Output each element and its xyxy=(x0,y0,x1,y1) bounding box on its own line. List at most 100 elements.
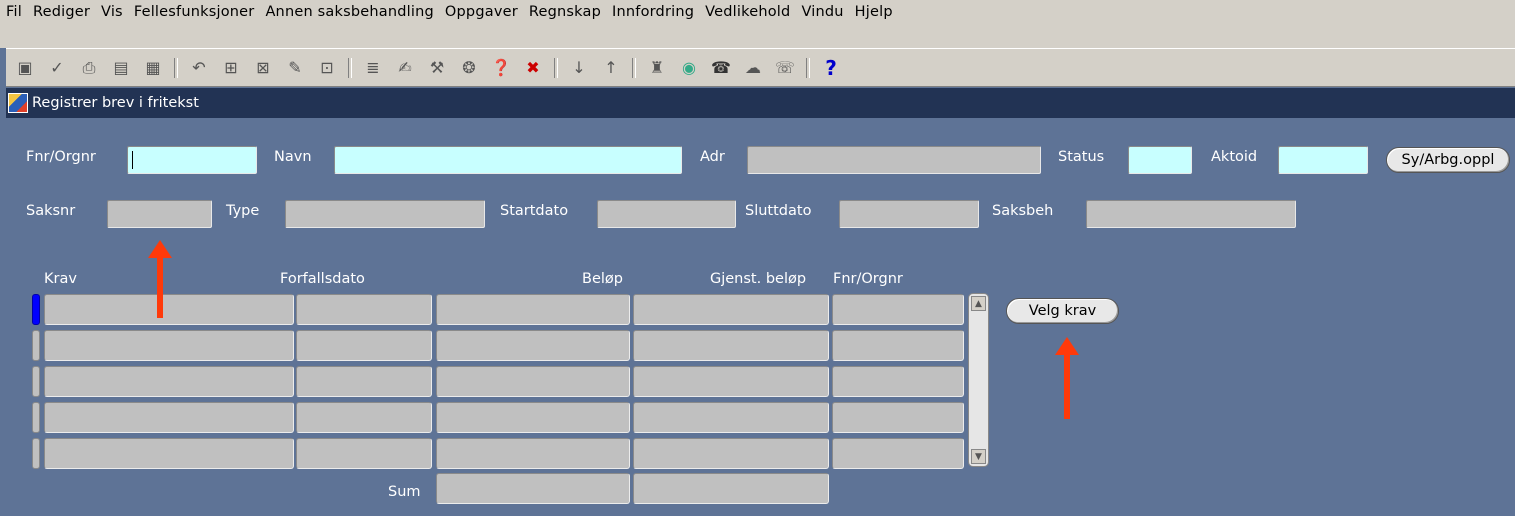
insert-record-icon[interactable]: ⊞ xyxy=(220,57,242,79)
table-cell[interactable] xyxy=(436,366,630,397)
help-icon[interactable]: ❓ xyxy=(490,57,512,79)
aktoid-input[interactable] xyxy=(1278,146,1368,174)
tools-icon[interactable]: ⚒ xyxy=(426,57,448,79)
type-input[interactable] xyxy=(285,200,485,228)
table-cell[interactable] xyxy=(832,330,964,361)
query-icon[interactable]: ⊡ xyxy=(316,57,338,79)
speech-icon[interactable]: ☁ xyxy=(742,57,764,79)
sluttdato-label: Sluttdato xyxy=(745,203,812,219)
table-scrollbar[interactable]: ▲ ▼ xyxy=(968,293,989,467)
table-cell[interactable] xyxy=(296,402,432,433)
table-cell[interactable] xyxy=(44,294,294,325)
scroll-down-icon[interactable]: ▼ xyxy=(971,449,986,464)
window-title-bar: Registrer brev i fritekst xyxy=(6,88,1515,118)
table-cell[interactable] xyxy=(436,294,630,325)
startdato-label: Startdato xyxy=(500,203,569,219)
table-cell[interactable] xyxy=(296,366,432,397)
up-arrow-icon[interactable]: ↑ xyxy=(600,57,622,79)
table-cell[interactable] xyxy=(633,366,829,397)
menu-annen-saksbehandling[interactable]: Annen saksbehandling xyxy=(265,4,433,20)
down-arrow-icon[interactable]: ↓ xyxy=(568,57,590,79)
row-indicator[interactable] xyxy=(32,402,40,433)
document-icon[interactable]: ▦ xyxy=(142,57,164,79)
row-indicator[interactable] xyxy=(32,438,40,469)
toolbar-separator xyxy=(806,57,810,78)
table-cell[interactable] xyxy=(633,330,829,361)
fnr-label: Fnr/Orgnr xyxy=(26,149,96,165)
menu-rediger[interactable]: Rediger xyxy=(33,4,90,20)
startdato-input[interactable] xyxy=(597,200,736,228)
adr-input[interactable] xyxy=(747,146,1041,174)
menu-innfordring[interactable]: Innfordring xyxy=(612,4,694,20)
row-indicator[interactable] xyxy=(32,366,40,397)
header-forfallsdato: Forfallsdato xyxy=(280,271,365,287)
phone-icon[interactable]: ☎ xyxy=(710,57,732,79)
scroll-up-icon[interactable]: ▲ xyxy=(971,296,986,311)
table-cell[interactable] xyxy=(296,438,432,469)
delete-record-icon[interactable]: ⊠ xyxy=(252,57,274,79)
table-cell[interactable] xyxy=(44,366,294,397)
undo-icon[interactable]: ↶ xyxy=(188,57,210,79)
toolbar-separator xyxy=(632,57,636,78)
table-cell[interactable] xyxy=(832,438,964,469)
menu-hjelp[interactable]: Hjelp xyxy=(855,4,893,20)
sum-belop-field xyxy=(436,473,630,504)
row-indicator[interactable] xyxy=(32,330,40,361)
table-cell[interactable] xyxy=(296,330,432,361)
navn-input[interactable] xyxy=(334,146,682,174)
table-cell[interactable] xyxy=(436,402,630,433)
annotation-arrow xyxy=(1055,337,1079,419)
fax-icon[interactable]: ☏ xyxy=(774,57,796,79)
velg-krav-button[interactable]: Velg krav xyxy=(1006,298,1119,324)
table-cell[interactable] xyxy=(296,294,432,325)
form-icon xyxy=(8,93,28,113)
question-icon[interactable]: ? xyxy=(820,56,842,80)
clear-icon[interactable]: ✎ xyxy=(284,57,306,79)
table-cell[interactable] xyxy=(436,438,630,469)
menu-fil[interactable]: Fil xyxy=(6,4,22,20)
table-cell[interactable] xyxy=(44,438,294,469)
save-icon[interactable]: ▣ xyxy=(14,57,36,79)
table-cell[interactable] xyxy=(44,402,294,433)
help-search-icon[interactable]: ❂ xyxy=(458,57,480,79)
saksbeh-label: Saksbeh xyxy=(992,203,1054,219)
hierarchy-icon[interactable]: ♜ xyxy=(646,57,668,79)
status-input[interactable] xyxy=(1128,146,1192,174)
menu-vis[interactable]: Vis xyxy=(101,4,123,20)
table-cell[interactable] xyxy=(633,438,829,469)
menu-oppgaver[interactable]: Oppgaver xyxy=(445,4,518,20)
menu-vindu[interactable]: Vindu xyxy=(801,4,843,20)
globe-icon[interactable]: ◉ xyxy=(678,57,700,79)
table-cell[interactable] xyxy=(633,294,829,325)
checkmark-icon[interactable]: ✓ xyxy=(46,57,68,79)
table-cell[interactable] xyxy=(832,294,964,325)
table-cell[interactable] xyxy=(633,402,829,433)
edit-icon[interactable]: ✍ xyxy=(394,57,416,79)
list-icon[interactable]: ≣ xyxy=(362,57,384,79)
cancel-icon[interactable]: ✖ xyxy=(522,57,544,79)
fnr-input[interactable] xyxy=(127,146,257,174)
table-cell[interactable] xyxy=(832,402,964,433)
row-indicator[interactable] xyxy=(32,294,40,325)
adr-label: Adr xyxy=(700,149,725,165)
menu-regnskap[interactable]: Regnskap xyxy=(529,4,601,20)
saksbeh-input[interactable] xyxy=(1086,200,1296,228)
toolbar-separator xyxy=(174,57,178,78)
aktoid-label: Aktoid xyxy=(1211,149,1258,165)
table-cell[interactable] xyxy=(44,330,294,361)
sum-label: Sum xyxy=(388,484,421,500)
header-fnr-orgnr: Fnr/Orgnr xyxy=(833,271,903,287)
calculator-icon[interactable]: ▤ xyxy=(110,57,132,79)
status-label: Status xyxy=(1058,149,1105,165)
sy-arbg-oppl-button[interactable]: Sy/Arbg.oppl xyxy=(1386,147,1510,173)
table-cell[interactable] xyxy=(436,330,630,361)
print-icon[interactable]: ⎙ xyxy=(78,57,100,79)
toolbar: ▣ ✓ ⎙ ▤ ▦ ↶ ⊞ ⊠ ✎ ⊡ ≣ ✍ ⚒ ❂ ❓ ✖ ↓ ↑ ♜ ◉ … xyxy=(6,48,1515,87)
menu-fellesfunksjoner[interactable]: Fellesfunksjoner xyxy=(134,4,255,20)
header-krav: Krav xyxy=(44,271,77,287)
menu-vedlikehold[interactable]: Vedlikehold xyxy=(705,4,790,20)
type-label: Type xyxy=(226,203,260,219)
table-cell[interactable] xyxy=(832,366,964,397)
saksnr-input[interactable] xyxy=(107,200,212,228)
sluttdato-input[interactable] xyxy=(839,200,979,228)
